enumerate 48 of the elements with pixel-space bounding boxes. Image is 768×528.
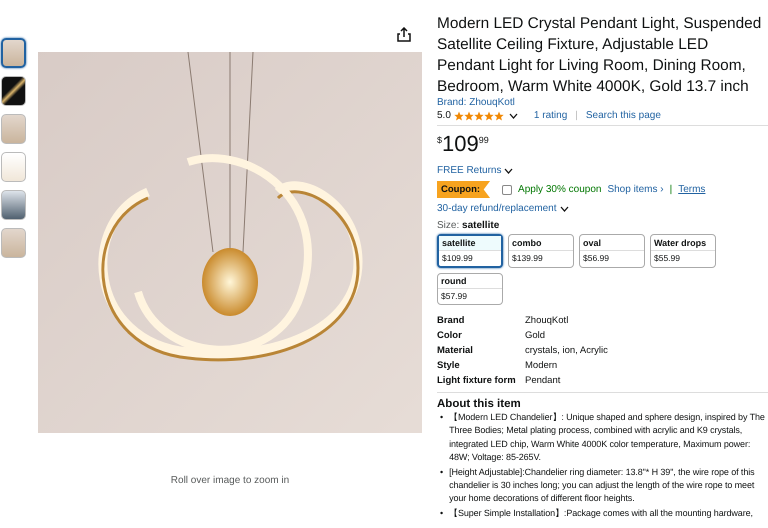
- bullet-mark: •: [440, 506, 444, 520]
- section-heading: About this item: [437, 398, 522, 410]
- bullet-mark: •: [440, 411, 444, 424]
- separator: |: [575, 110, 578, 121]
- caret-icon[interactable]: [508, 112, 518, 118]
- size-option[interactable]: satellite $109.99: [437, 234, 503, 268]
- size-option[interactable]: oval $56.99: [579, 234, 645, 268]
- spec-value: Pendant: [525, 375, 562, 386]
- spec-name: Material: [437, 345, 474, 356]
- spec-value: Gold: [525, 330, 546, 341]
- feature-bullet: 【Super Simple Installation】:Package comes with all the mounting hardware,: [449, 506, 753, 520]
- spec-name: Light fixture form: [437, 375, 517, 386]
- size-option[interactable]: combo $139.99: [508, 234, 574, 268]
- rating-score: 5.0: [437, 110, 451, 121]
- thumbnail-image[interactable]: [1, 152, 26, 182]
- coupon-label: Apply 30% coupon: [518, 184, 602, 195]
- bullet-mark: •: [440, 466, 444, 479]
- feature-bullet: [Height Adjustable]:Chandelier ring diameter: 13.8"* H 39", the wire rope of this chandelier is 30 inches long; you can adjust the length of the wire rope to meet your home decorations of different floor heights.: [449, 466, 756, 506]
- spec-name: Color: [437, 330, 463, 341]
- search-page-link[interactable]: Search this page: [586, 110, 661, 121]
- zoom-hint: Roll over image to zoom in: [170, 475, 290, 486]
- spec-name: Brand: [437, 315, 466, 326]
- thumbnail-image[interactable]: [1, 228, 26, 258]
- coupon-badge: Coupon:: [437, 181, 490, 198]
- size-option[interactable]: round $57.99: [437, 273, 503, 305]
- feature-bullet: 【Modern LED Chandelier】: Unique shaped and sphere design, inspired by The Three Bodies; Metal plating process, combined with acrylic and K9 crystals, integrated LED chip, Warm White 4000K color temperature, Maximum power: 48W; Voltage: 85-265V.: [449, 411, 766, 464]
- terms-link[interactable]: Terms: [678, 184, 706, 195]
- spec-value: Modern: [525, 360, 558, 371]
- thumbnail-image[interactable]: [1, 76, 26, 106]
- coupon-checkbox[interactable]: [502, 184, 512, 194]
- thumbnail-image[interactable]: [1, 190, 26, 220]
- returns-link[interactable]: FREE Returns: [437, 165, 502, 176]
- ratings-link[interactable]: 1 rating: [534, 110, 568, 121]
- size-option[interactable]: Water drops $55.99: [650, 234, 716, 268]
- shop-items-link[interactable]: Shop items ›: [607, 184, 664, 195]
- share-icon[interactable]: [397, 27, 411, 42]
- caret-icon[interactable]: [560, 206, 569, 212]
- product-title: Modern LED Crystal Pendant Light, Suspended Satellite Ceiling Fixture, Adjustable LED Pendant Light for Living Room, Dining Room, Bedroom, Warm White 4000K, Gold 13.7 inch: [437, 14, 762, 97]
- separator: |: [670, 184, 672, 195]
- spec-value: ZhouqKotl: [525, 315, 570, 326]
- thumbnail-image[interactable]: [1, 114, 26, 144]
- caret-icon[interactable]: [504, 168, 514, 174]
- spec-value: crystals, ion, Acrylic: [525, 345, 609, 356]
- thumbnail-image[interactable]: [1, 38, 26, 68]
- size-label: Size: satellite: [437, 220, 500, 231]
- spec-name: Style: [437, 360, 461, 371]
- brand-link[interactable]: Brand: ZhouqKotl: [437, 97, 515, 108]
- refund-link[interactable]: 30-day refund/replacement: [437, 203, 557, 214]
